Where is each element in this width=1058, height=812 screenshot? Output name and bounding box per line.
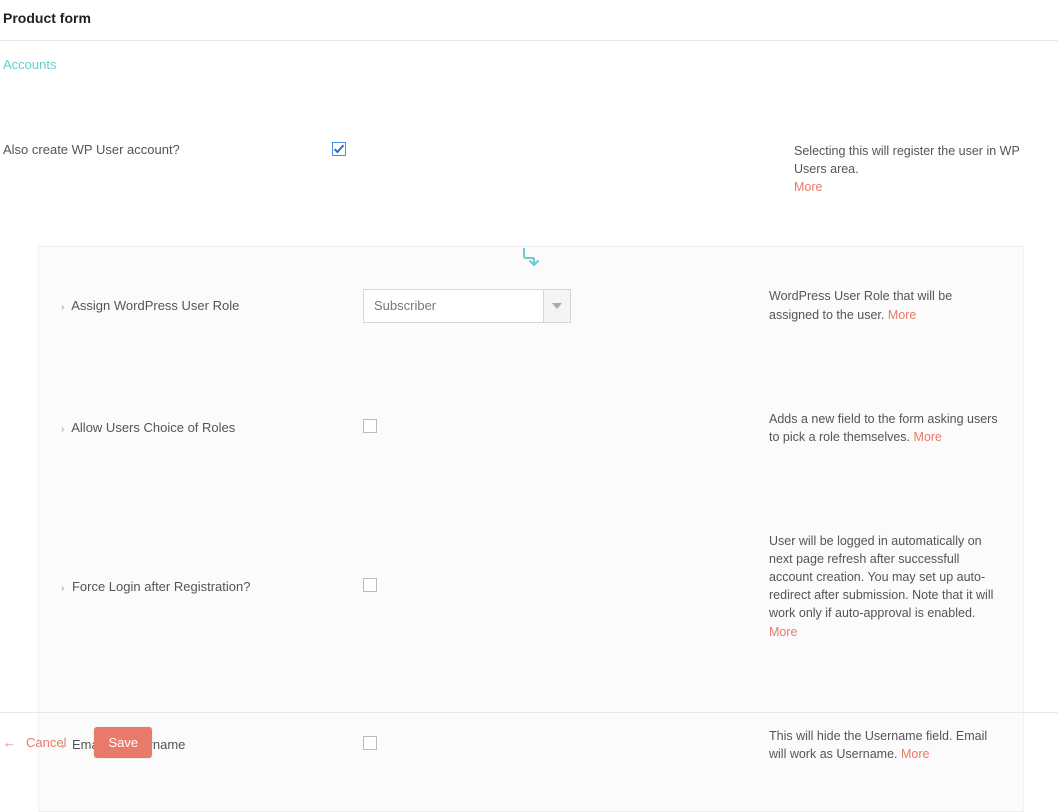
caret-icon: › xyxy=(61,424,64,435)
caret-icon: › xyxy=(61,583,64,594)
assign-role-select[interactable]: Subscriber xyxy=(363,289,571,323)
cancel-button-label: Cancel xyxy=(26,735,66,750)
force-login-label: Force Login after Registration? xyxy=(72,579,250,594)
force-login-checkbox[interactable] xyxy=(363,578,377,592)
create-wp-user-label: Also create WP User account? xyxy=(0,142,332,157)
assign-role-more-link[interactable]: More xyxy=(888,308,916,322)
arrow-left-icon: ← xyxy=(3,735,16,750)
assign-role-description: WordPress User Role that will be assigne… xyxy=(769,287,1001,323)
check-icon xyxy=(333,143,345,155)
allow-choice-checkbox[interactable] xyxy=(363,419,377,433)
page-title: Product form xyxy=(0,0,1058,41)
allow-choice-label: Allow Users Choice of Roles xyxy=(71,420,235,435)
caret-icon: › xyxy=(61,302,64,313)
force-login-more-link[interactable]: More xyxy=(769,625,797,639)
create-wp-user-checkbox[interactable] xyxy=(332,142,346,156)
create-wp-user-description: Selecting this will register the user in… xyxy=(794,142,1054,196)
assign-role-value: Subscriber xyxy=(363,289,543,323)
assign-role-label: Assign WordPress User Role xyxy=(71,298,239,313)
cancel-button[interactable]: ← Cancel xyxy=(3,735,66,750)
allow-choice-description: Adds a new field to the form asking user… xyxy=(769,410,1001,446)
arrow-down-icon xyxy=(522,246,540,271)
force-login-description: User will be logged in automatically on … xyxy=(769,532,1001,641)
chevron-down-icon xyxy=(543,289,571,323)
save-button[interactable]: Save xyxy=(94,727,152,758)
allow-choice-more-link[interactable]: More xyxy=(914,430,942,444)
create-wp-user-more-link[interactable]: More xyxy=(794,180,822,194)
section-accounts-label: Accounts xyxy=(0,41,1058,72)
